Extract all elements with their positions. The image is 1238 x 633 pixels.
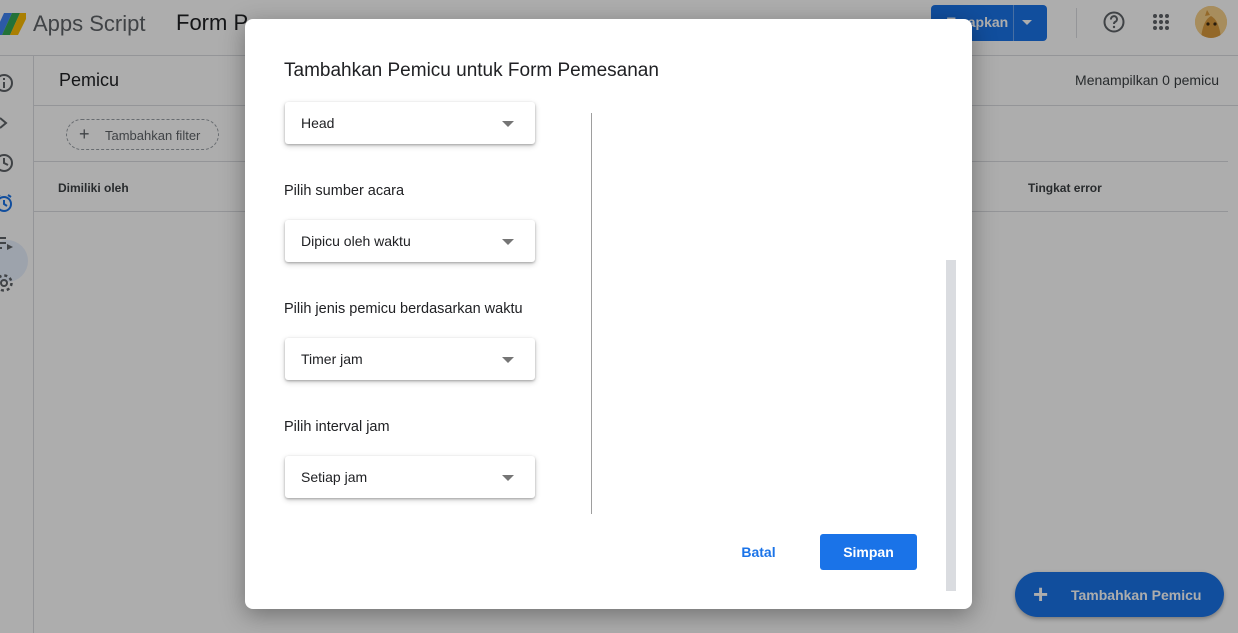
save-button[interactable]: Simpan xyxy=(820,534,917,570)
dropdown-arrow-icon xyxy=(502,121,514,127)
cancel-button[interactable]: Batal xyxy=(725,534,792,570)
dropdown-arrow-icon xyxy=(502,239,514,245)
trigger-type-select[interactable]: Timer jam xyxy=(285,338,535,380)
dialog-title: Tambahkan Pemicu untuk Form Pemesanan xyxy=(284,60,659,81)
hour-interval-select-value: Setiap jam xyxy=(301,469,368,485)
add-trigger-dialog: Tambahkan Pemicu untuk Form Pemesanan He… xyxy=(245,19,972,609)
hour-interval-label: Pilih interval jam xyxy=(284,419,390,435)
event-source-select[interactable]: Dipicu oleh waktu xyxy=(285,220,535,262)
event-source-label: Pilih sumber acara xyxy=(284,183,405,199)
hour-interval-select[interactable]: Setiap jam xyxy=(285,456,535,498)
event-source-select-value: Dipicu oleh waktu xyxy=(301,233,411,249)
deployment-select-value: Head xyxy=(301,115,335,131)
trigger-type-select-value: Timer jam xyxy=(301,351,363,367)
trigger-type-label: Pilih jenis pemicu berdasarkan waktu xyxy=(284,301,523,317)
dialog-scrollbar[interactable] xyxy=(946,260,956,591)
column-divider xyxy=(591,113,592,514)
deployment-select[interactable]: Head xyxy=(285,102,535,144)
dropdown-arrow-icon xyxy=(502,357,514,363)
dropdown-arrow-icon xyxy=(502,475,514,481)
